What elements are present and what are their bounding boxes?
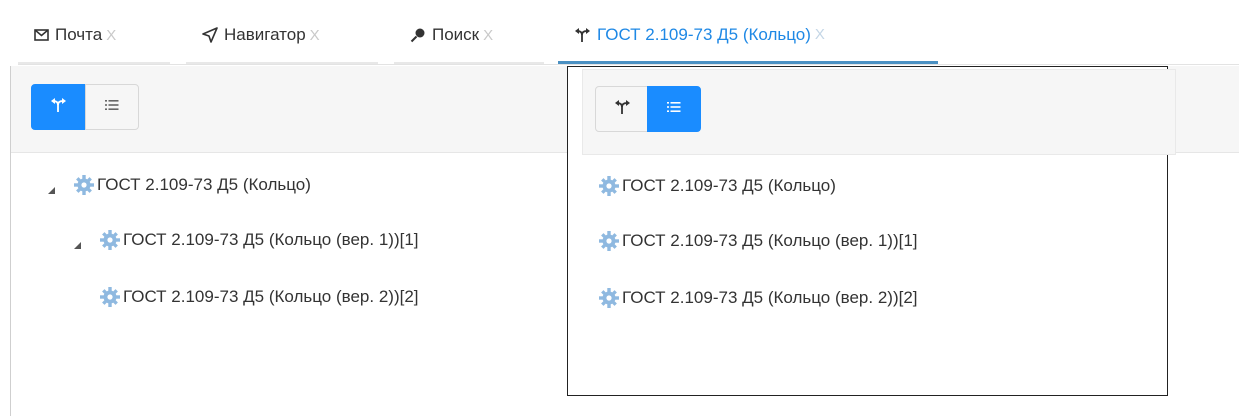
list-view-button[interactable] — [85, 84, 139, 130]
route-icon — [614, 99, 631, 120]
list-item-label: ГОСТ 2.109-73 Д5 (Кольцо (вер. 2))[2] — [622, 288, 918, 307]
tree-node[interactable]: ГОСТ 2.109-73 Д5 (Кольцо (вер. 2))[2] — [99, 286, 419, 308]
navigation-icon — [202, 27, 218, 43]
list-view-button[interactable] — [647, 86, 701, 132]
tab-close-button[interactable]: X — [483, 27, 493, 44]
route-icon — [574, 27, 591, 43]
tab-label: Почта — [55, 25, 103, 44]
gear-icon — [73, 174, 95, 196]
tab-label: Навигатор — [224, 25, 306, 44]
mail-icon — [34, 29, 49, 41]
tree-node-label: ГОСТ 2.109-73 Д5 (Кольцо (вер. 1))[1] — [123, 230, 419, 249]
tree-view-button[interactable] — [595, 86, 649, 132]
tree-node-label: ГОСТ 2.109-73 Д5 (Кольцо (вер. 2))[2] — [123, 287, 419, 306]
tab-navigator[interactable]: Навигатор X — [186, 8, 378, 64]
tab-close-button[interactable]: X — [106, 27, 116, 44]
search-icon — [410, 27, 426, 43]
list-item-label: ГОСТ 2.109-73 Д5 (Кольцо (вер. 1))[1] — [622, 231, 918, 250]
gear-icon — [598, 230, 620, 252]
list-icon — [667, 100, 681, 118]
tab-mail[interactable]: Почта X — [18, 8, 170, 64]
list-item-label: ГОСТ 2.109-73 Д5 (Кольцо) — [622, 176, 836, 195]
tab-close-button[interactable]: X — [815, 26, 825, 43]
tree-view-button[interactable] — [31, 84, 85, 130]
gear-icon — [99, 229, 121, 251]
route-icon — [50, 97, 67, 118]
list-item[interactable]: ГОСТ 2.109-73 Д5 (Кольцо (вер. 1))[1] — [598, 230, 918, 252]
gear-icon — [598, 287, 620, 309]
tree-node[interactable]: ГОСТ 2.109-73 Д5 (Кольцо (вер. 1))[1] — [73, 229, 419, 251]
gear-icon — [99, 286, 121, 308]
view-toolbar — [582, 69, 1176, 155]
expand-caret-icon[interactable] — [47, 180, 57, 194]
tab-close-button[interactable]: X — [310, 27, 320, 44]
tree-node[interactable]: ГОСТ 2.109-73 Д5 (Кольцо) — [47, 174, 311, 196]
list-icon — [105, 98, 119, 116]
list-item[interactable]: ГОСТ 2.109-73 Д5 (Кольцо) — [598, 175, 836, 197]
tab-label: Поиск — [432, 25, 480, 44]
tab-gost[interactable]: ГОСТ 2.109-73 Д5 (Кольцо) X — [558, 8, 938, 64]
tab-bar: Почта X Навигатор X Поиск X ГОСТ 2.109-7… — [18, 8, 1239, 65]
tab-label: ГОСТ 2.109-73 Д5 (Кольцо) — [597, 24, 811, 44]
list-view-popup: ГОСТ 2.109-73 Д5 (Кольцо) ГОСТ 2.109-73 … — [567, 66, 1176, 396]
list-item[interactable]: ГОСТ 2.109-73 Д5 (Кольцо (вер. 2))[2] — [598, 287, 918, 309]
expand-caret-icon[interactable] — [73, 235, 83, 249]
tab-search[interactable]: Поиск X — [394, 8, 544, 64]
tree-node-label: ГОСТ 2.109-73 Д5 (Кольцо) — [97, 175, 311, 194]
gear-icon — [598, 175, 620, 197]
